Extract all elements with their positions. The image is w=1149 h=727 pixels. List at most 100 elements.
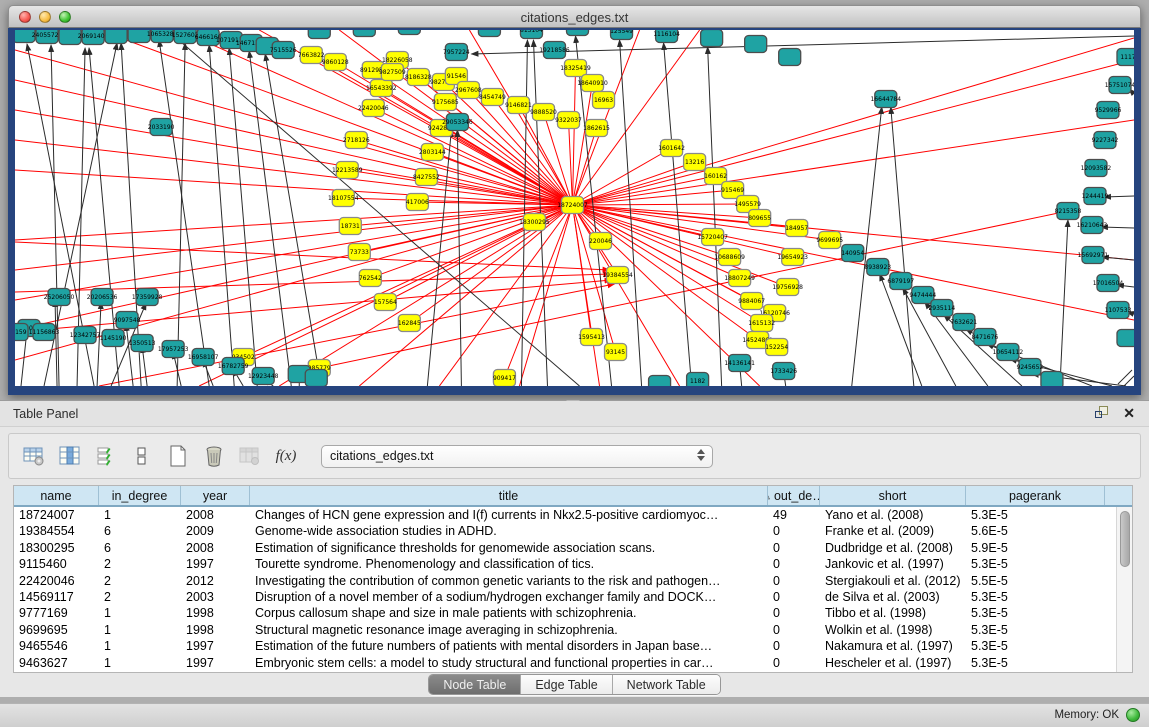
graph-node-label: 8938923 <box>864 264 891 271</box>
table-cell: Franke et al. (2009) <box>820 523 966 539</box>
graph-edge <box>1104 196 1134 197</box>
graph-node-label: 1244419 <box>1082 193 1109 200</box>
function-builder-icon[interactable]: f(x) <box>271 440 301 472</box>
column-header-name[interactable]: name <box>14 486 99 505</box>
graph-node-label: 18731 <box>341 223 360 230</box>
table-row[interactable]: 2242004622012Investigating the contribut… <box>14 573 1116 589</box>
graph-node[interactable] <box>353 30 375 37</box>
table-cell: 1997 <box>181 655 250 671</box>
close-panel-icon[interactable]: ✕ <box>1123 406 1135 420</box>
column-header-short[interactable]: short <box>820 486 966 505</box>
table-scrollbar[interactable] <box>1116 507 1132 672</box>
graph-node[interactable] <box>308 30 330 39</box>
graph-edge <box>55 300 57 386</box>
new-table-icon[interactable] <box>163 440 193 472</box>
table-scrollbar-thumb[interactable] <box>1120 511 1130 567</box>
graph-edge <box>15 140 572 205</box>
graph-node[interactable] <box>745 36 767 53</box>
graph-node[interactable] <box>701 30 723 47</box>
column-header-out_de[interactable]: △out_de… <box>768 486 820 505</box>
graph-node-label: 2803144 <box>419 149 446 156</box>
graph-node-label: 14136141 <box>724 360 755 367</box>
graph-node-label: 17359928 <box>132 294 163 301</box>
graph-node-label: 9227342 <box>1092 137 1119 144</box>
graph-node-label: 157564 <box>374 299 397 306</box>
graph-edge <box>126 324 133 386</box>
table-cell: 5.3E-5 <box>966 638 1105 654</box>
table-cell: Estimation of significance thresholds fo… <box>250 540 768 556</box>
citation-network-graph[interactable]: 2405572420691406106532871527602646616010… <box>15 30 1134 386</box>
graph-node-label: 18640910 <box>577 80 608 87</box>
graph-node[interactable] <box>1117 330 1134 347</box>
graph-edge <box>15 242 610 270</box>
graph-node-label: 9245652 <box>1017 364 1044 371</box>
graph-edge <box>15 205 572 300</box>
memory-status-indicator[interactable] <box>1126 708 1140 722</box>
table-cell: 1 <box>99 655 181 671</box>
graph-node-label: 16963 <box>594 97 613 104</box>
graph-node-label: 809655 <box>748 215 771 222</box>
table-row[interactable]: 1456911722003Disruption of a novel membe… <box>14 589 1116 605</box>
graph-node-label: 16210643 <box>1077 222 1108 229</box>
memory-status-label: Memory: OK <box>1054 709 1119 721</box>
table-row[interactable]: 911546021997Tourette syndrome. Phenomeno… <box>14 556 1116 572</box>
table-cell: 1998 <box>181 622 250 638</box>
graph-node-label: 1107533 <box>1105 307 1132 314</box>
column-header-year[interactable]: year <box>181 486 250 505</box>
table-row[interactable]: 946362711997Embryonic stem cells: a mode… <box>14 655 1116 671</box>
cytoscape-screen: citations_edges.txt 24055724206914061065… <box>0 0 1149 727</box>
graph-node[interactable] <box>305 370 327 387</box>
table-body: 1872400712008Changes of HCN gene express… <box>14 507 1116 672</box>
graph-node-label: 18300295 <box>519 219 550 226</box>
table-settings-icon[interactable] <box>19 440 49 472</box>
table-toolbar: f(x) citations_edges.txt <box>8 433 1141 479</box>
float-panel-icon[interactable] <box>1095 406 1109 420</box>
graph-edge <box>620 40 642 386</box>
row-height-icon[interactable] <box>127 440 157 472</box>
select-rows-check-icon[interactable] <box>91 440 121 472</box>
graph-node[interactable] <box>398 30 420 35</box>
table-row[interactable]: 946554611997Estimation of the future num… <box>14 638 1116 654</box>
table-cell: 1 <box>99 605 181 621</box>
graph-node-label: 2967608 <box>455 87 482 94</box>
graph-node[interactable] <box>649 376 671 387</box>
graph-node[interactable] <box>779 49 801 66</box>
graph-node-label: 55723 <box>568 30 587 31</box>
network-canvas[interactable]: 2405572420691406106532871527602646616010… <box>15 30 1134 386</box>
table-cell: 0 <box>768 540 820 556</box>
graph-node[interactable] <box>478 30 500 37</box>
table-row[interactable]: 1830029562008Estimation of significance … <box>14 540 1116 556</box>
tab-edge-table[interactable]: Edge Table <box>521 675 612 694</box>
table-row[interactable]: 977716911998Corpus callosum shape and si… <box>14 605 1116 621</box>
graph-node-label: 2935114 <box>928 305 955 312</box>
tab-node-table[interactable]: Node Table <box>429 675 521 694</box>
column-header-in_degree[interactable]: in_degree <box>99 486 181 505</box>
graph-node-label: 8454749 <box>479 94 506 101</box>
graph-node-label: 762542 <box>359 275 382 282</box>
select-column-icon[interactable] <box>55 440 85 472</box>
graph-node-label: 1116104 <box>653 31 680 38</box>
table-row[interactable]: 1872400712008Changes of HCN gene express… <box>14 507 1116 523</box>
tab-network-table[interactable]: Network Table <box>613 675 720 694</box>
table-row[interactable]: 969969511998Structural magnetic resonanc… <box>14 622 1116 638</box>
graph-node-label: 16782759 <box>218 363 249 370</box>
graph-node-label: 12093582 <box>1081 165 1112 172</box>
network-table-select-value: citations_edges.txt <box>330 449 434 463</box>
graph-node[interactable] <box>1041 372 1063 387</box>
window-titlebar[interactable]: citations_edges.txt <box>8 5 1141 28</box>
column-header-label: out_de… <box>774 489 820 503</box>
table-cell: 9463627 <box>14 655 99 671</box>
graph-node-label: 8186328 <box>405 74 432 81</box>
table-row[interactable]: 1938455462009Genome-wide association stu… <box>14 523 1116 539</box>
graph-node-label: 18325419 <box>560 65 591 72</box>
column-header-title[interactable]: title <box>250 486 768 505</box>
table-cell: 5.6E-5 <box>966 523 1105 539</box>
table-cell: Dudbridge et al. (2008) <box>820 540 966 556</box>
delete-table-icon[interactable] <box>199 440 229 472</box>
table-cell: 2003 <box>181 589 250 605</box>
network-table-select[interactable]: citations_edges.txt <box>321 445 713 468</box>
column-header-pagerank[interactable]: pagerank <box>966 486 1105 505</box>
graph-node[interactable] <box>105 30 127 44</box>
table-panel-header: Table Panel ✕ <box>0 401 1149 427</box>
table-tabs-bar: Node TableEdge TableNetwork Table <box>0 674 1149 695</box>
